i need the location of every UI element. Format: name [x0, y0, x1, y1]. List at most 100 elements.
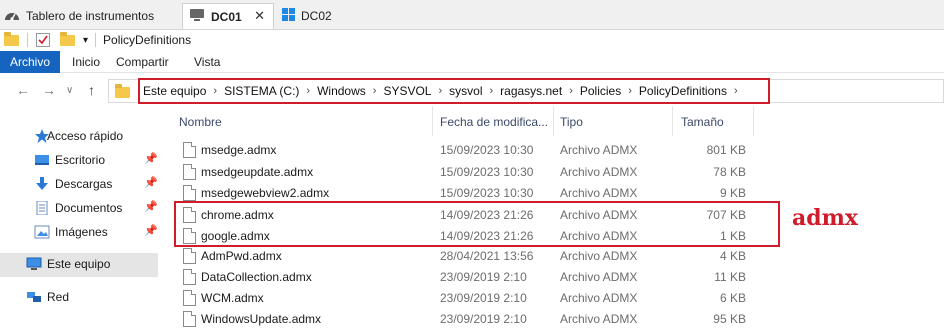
back-arrow-icon[interactable]: ←: [16, 82, 30, 98]
host-tab-dc01[interactable]: DC01 ✕: [182, 3, 274, 29]
file-size: 95 KB: [713, 312, 746, 326]
table-row[interactable]: WCM.admx 23/09/2019 2:10 Archivo ADMX 6 …: [170, 287, 754, 309]
table-row[interactable]: AdmPwd.admx 28/04/2021 13:56 Archivo ADM…: [170, 245, 754, 267]
pin-icon[interactable]: 📌: [144, 224, 158, 237]
new-folder-icon[interactable]: [60, 31, 75, 46]
file-type: Archivo ADMX: [560, 249, 638, 263]
column-label: Tipo: [560, 115, 583, 129]
tab-archivo[interactable]: Archivo: [0, 51, 60, 73]
pin-icon[interactable]: 📌: [144, 200, 158, 213]
file-date: 23/09/2019 2:10: [440, 291, 527, 305]
pictures-icon: [34, 225, 50, 239]
table-row[interactable]: msedge.admx 15/09/2023 10:30 Archivo ADM…: [170, 139, 754, 161]
column-header-name[interactable]: Nombre: [170, 106, 432, 136]
column-label: Tamaño: [681, 115, 724, 129]
file-size: 801 KB: [706, 143, 746, 157]
tab-inicio[interactable]: Inicio: [64, 51, 108, 73]
up-arrow-icon[interactable]: ↑: [88, 82, 95, 98]
file-icon: [183, 269, 196, 285]
host-tab-label: DC02: [301, 9, 332, 23]
nav-item-label: Red: [47, 290, 70, 304]
file-date: 23/09/2019 2:10: [440, 312, 527, 326]
host-tab-label: DC01: [211, 9, 242, 24]
nav-item-label: Descargas: [55, 177, 113, 191]
nav-item-label: Documentos: [55, 201, 123, 215]
file-date: 15/09/2023 10:30: [440, 143, 534, 157]
file-type: Archivo ADMX: [560, 312, 638, 326]
file-name: msedgewebview2.admx: [201, 186, 330, 200]
window-title: PolicyDefinitions: [103, 33, 192, 47]
folder-icon: [115, 84, 130, 98]
host-tab-bar: Tablero de instrumentos DC01 ✕ DC02: [0, 0, 944, 30]
column-header-size[interactable]: Tamaño: [673, 106, 753, 136]
table-row[interactable]: msedgeupdate.admx 15/09/2023 10:30 Archi…: [170, 161, 754, 183]
folder-icon[interactable]: [4, 31, 19, 46]
properties-icon[interactable]: [36, 33, 50, 47]
computer-icon: [26, 257, 42, 271]
network-icon: [26, 290, 42, 304]
file-name: msedge.admx: [201, 143, 277, 157]
file-date: 28/04/2021 13:56: [440, 249, 534, 263]
table-row[interactable]: DataCollection.admx 23/09/2019 2:10 Arch…: [170, 266, 754, 288]
file-size: 4 KB: [719, 249, 746, 263]
table-row[interactable]: WindowsUpdate.admx 23/09/2019 2:10 Archi…: [170, 308, 754, 329]
nav-item-label: Escritorio: [55, 153, 106, 167]
file-icon: [183, 142, 196, 158]
admx-highlight-box: [174, 201, 780, 247]
nav-item-downloads[interactable]: Descargas 📌: [0, 173, 158, 195]
tab-compartir[interactable]: Compartir: [108, 51, 177, 73]
file-size: 78 KB: [713, 165, 746, 179]
file-date: 23/09/2019 2:10: [440, 270, 527, 284]
desktop-icon: [34, 153, 50, 167]
host-tab-label: Tablero de instrumentos: [26, 9, 155, 23]
nav-item-documents[interactable]: Documentos 📌: [0, 197, 158, 219]
column-label: Fecha de modifica...: [440, 115, 549, 129]
download-icon: [34, 177, 50, 191]
pin-icon[interactable]: 📌: [144, 176, 158, 189]
file-icon: [183, 185, 196, 201]
column-header-date[interactable]: Fecha de modifica...: [433, 106, 553, 136]
column-header-type[interactable]: Tipo: [554, 106, 672, 136]
host-tab-dashboard[interactable]: Tablero de instrumentos: [4, 3, 174, 29]
file-icon: [183, 311, 196, 327]
computer-icon: [189, 8, 205, 25]
windows-logo-icon: [282, 8, 295, 24]
column-label: Nombre: [179, 115, 222, 129]
nav-item-quick-access[interactable]: Acceso rápido: [0, 125, 158, 147]
nav-item-network[interactable]: Red: [0, 286, 158, 308]
customize-dropdown-icon[interactable]: ▾: [83, 35, 88, 46]
separator: [95, 33, 97, 47]
close-icon[interactable]: ✕: [254, 8, 265, 24]
documents-icon: [34, 200, 50, 216]
ribbon: Archivo Inicio Compartir Vista: [0, 51, 944, 73]
file-type: Archivo ADMX: [560, 165, 638, 179]
file-date: 15/09/2023 10:30: [440, 186, 534, 200]
host-tab-dc02[interactable]: DC02: [282, 3, 352, 29]
file-icon: [183, 248, 196, 264]
recent-dropdown-icon[interactable]: ∨: [66, 85, 73, 96]
file-icon: [183, 290, 196, 306]
separator: [27, 33, 28, 47]
file-name: WindowsUpdate.admx: [201, 312, 322, 326]
pin-icon[interactable]: 📌: [144, 152, 158, 165]
forward-arrow-icon[interactable]: →: [42, 82, 56, 98]
file-type: Archivo ADMX: [560, 186, 638, 200]
nav-item-pictures[interactable]: Imágenes 📌: [0, 221, 158, 243]
column-divider[interactable]: [753, 106, 754, 136]
file-date: 15/09/2023 10:30: [440, 165, 534, 179]
file-size: 11 KB: [714, 270, 746, 284]
quick-access-toolbar: ▾ PolicyDefinitions: [0, 30, 944, 50]
tab-vista[interactable]: Vista: [186, 51, 228, 73]
nav-item-desktop[interactable]: Escritorio 📌: [0, 149, 158, 171]
address-highlight-box: [138, 78, 770, 104]
nav-item-this-pc[interactable]: Este equipo: [0, 253, 158, 277]
file-size: 6 KB: [719, 291, 746, 305]
nav-item-label: Imágenes: [55, 225, 108, 239]
nav-item-label: Acceso rápido: [47, 129, 124, 143]
file-type: Archivo ADMX: [560, 291, 638, 305]
file-name: msedgeupdate.admx: [201, 165, 314, 179]
nav-item-label: Este equipo: [47, 257, 111, 271]
file-name: DataCollection.admx: [201, 270, 312, 284]
file-name: AdmPwd.admx: [201, 249, 282, 263]
file-size: 9 KB: [719, 186, 746, 200]
